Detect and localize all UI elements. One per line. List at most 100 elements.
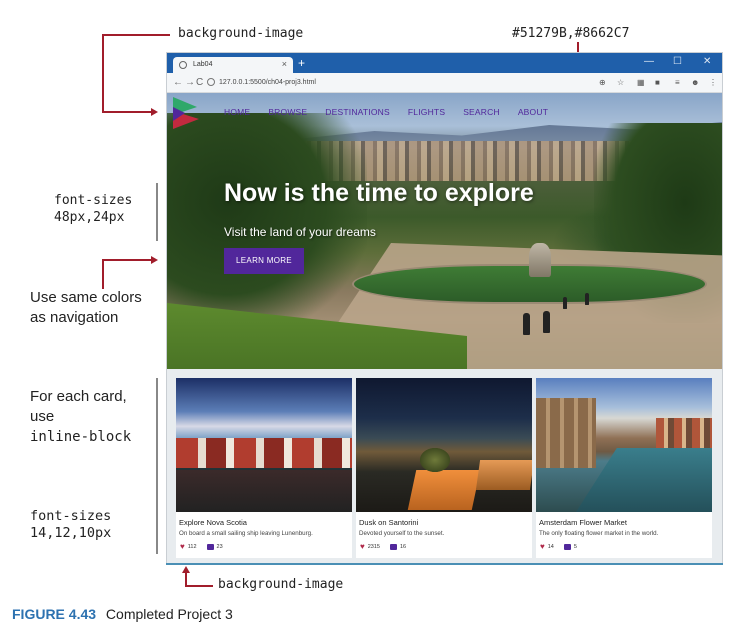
main-nav: HOME BROWSE DESTINATIONS FLIGHTS SEARCH … xyxy=(224,107,566,117)
hero-subtitle: Visit the land of your dreams xyxy=(224,225,376,239)
annotation-font-sizes-cards: font-sizes 14,12,10px xyxy=(30,508,111,542)
annotation-colors: #51279B,#8662C7 xyxy=(512,26,630,41)
annotation-cards: For each card, use inline-block xyxy=(30,387,131,447)
hero-background xyxy=(563,297,567,309)
card[interactable]: Dusk on Santorini Devoted yourself to th… xyxy=(356,378,532,558)
heart-icon[interactable]: ♥ xyxy=(180,542,185,551)
figure-caption: FIGURE 4.43 Completed Project 3 xyxy=(12,606,233,622)
comment-icon[interactable] xyxy=(563,543,571,550)
hero-background xyxy=(167,113,367,333)
card-stats: ♥ 2315 16 xyxy=(360,542,406,551)
card-stats: ♥ 14 5 xyxy=(540,542,577,551)
comment-count: 23 xyxy=(216,543,223,550)
hero-background xyxy=(543,311,550,333)
comment-count: 16 xyxy=(400,543,407,550)
browser-tab[interactable]: Lab04 × xyxy=(173,57,293,73)
nav-item-flights[interactable]: FLIGHTS xyxy=(408,107,445,117)
card-description: On board a small sailing ship leaving Lu… xyxy=(179,530,313,537)
annotation-line xyxy=(102,111,152,113)
annotation-line xyxy=(102,259,152,261)
hero-section: HOME BROWSE DESTINATIONS FLIGHTS SEARCH … xyxy=(167,93,722,369)
reload-icon[interactable]: C xyxy=(196,77,203,88)
like-count: 14 xyxy=(547,543,554,550)
card-image xyxy=(536,378,712,512)
arrow-right-icon xyxy=(151,256,158,264)
card-title: Amsterdam Flower Market xyxy=(539,518,627,527)
annotation-code: inline-block xyxy=(30,429,132,445)
annotation-bracket xyxy=(156,183,158,241)
like-count: 112 xyxy=(187,543,197,550)
annotation-text: Use same colors xyxy=(30,289,142,306)
learn-more-button[interactable]: LEARN MORE xyxy=(224,248,304,274)
card[interactable]: Amsterdam Flower Market The only floatin… xyxy=(536,378,712,558)
divider xyxy=(166,563,723,565)
arrow-right-icon xyxy=(151,108,158,116)
media-icon[interactable]: ≡ xyxy=(675,78,680,87)
like-count: 2315 xyxy=(367,543,380,550)
nav-item-destinations[interactable]: DESTINATIONS xyxy=(325,107,390,117)
card-title: Dusk on Santorini xyxy=(359,518,419,527)
annotation-text: use xyxy=(30,408,55,425)
card-stats: ♥ 112 23 xyxy=(180,542,223,551)
card-image xyxy=(176,378,352,512)
nav-item-browse[interactable]: BROWSE xyxy=(268,107,307,117)
card[interactable]: Explore Nova Scotia On board a small sai… xyxy=(176,378,352,558)
minimize-icon[interactable]: — xyxy=(644,56,654,67)
nav-item-home[interactable]: HOME xyxy=(224,107,250,117)
address-bar: ← → C 127.0.0.1:5500/ch04-proj3.html ⊕ ☆… xyxy=(167,73,722,93)
annotation-text: For each card, xyxy=(30,388,127,405)
card-description: The only floating flower market in the w… xyxy=(539,530,659,537)
card-description: Devoted yourself to the sunset. xyxy=(359,530,445,537)
zoom-icon[interactable]: ⊕ xyxy=(599,78,606,87)
globe-icon xyxy=(179,61,187,69)
annotation-line xyxy=(185,585,213,587)
hero-background xyxy=(523,313,530,335)
hero-title: Now is the time to explore xyxy=(224,179,534,207)
profile-icon[interactable]: ☻ xyxy=(691,78,699,87)
annotation-line xyxy=(102,34,170,36)
star-icon[interactable]: ☆ xyxy=(617,78,624,87)
tab-title: Lab04 xyxy=(193,61,213,68)
annotation-text: as navigation xyxy=(30,309,119,326)
extension-icon[interactable]: ■ xyxy=(655,78,660,87)
maximize-icon[interactable]: ☐ xyxy=(673,56,682,67)
figure-number: FIGURE 4.43 xyxy=(12,606,97,622)
hero-background xyxy=(529,243,551,277)
comment-icon[interactable] xyxy=(206,543,214,550)
annotation-bracket xyxy=(156,378,158,554)
comment-icon[interactable] xyxy=(390,543,397,550)
nav-item-search[interactable]: SEARCH xyxy=(463,107,500,117)
heart-icon[interactable]: ♥ xyxy=(360,542,365,551)
info-icon[interactable] xyxy=(207,78,215,86)
forward-icon[interactable]: → xyxy=(185,77,195,88)
close-tab-icon[interactable]: × xyxy=(282,59,287,69)
card-title: Explore Nova Scotia xyxy=(179,518,247,527)
heart-icon[interactable]: ♥ xyxy=(540,542,545,551)
back-icon[interactable]: ← xyxy=(173,77,183,88)
url-field[interactable]: 127.0.0.1:5500/ch04-proj3.html xyxy=(219,79,316,86)
cards-section: Explore Nova Scotia On board a small sai… xyxy=(167,369,722,563)
annotation-line xyxy=(185,572,187,586)
browser-window: Lab04 × + — ☐ ✕ ← → C 127.0.0.1:5500/ch0… xyxy=(166,52,723,564)
close-window-icon[interactable]: ✕ xyxy=(703,56,711,67)
annotation-text: font-sizes xyxy=(54,193,133,208)
annotation-bg-image-bottom: background-image xyxy=(218,577,344,592)
new-tab-button[interactable]: + xyxy=(298,56,305,70)
extension-icon[interactable]: ▦ xyxy=(637,78,645,87)
logo-icon[interactable] xyxy=(171,97,201,129)
title-bar: Lab04 × + — ☐ ✕ xyxy=(167,53,722,73)
annotation-line xyxy=(102,259,104,289)
card-image xyxy=(356,378,532,512)
annotation-text: font-sizes xyxy=(30,508,112,524)
annotation-font-sizes-hero: font-sizes 48px,24px xyxy=(54,192,132,226)
menu-icon[interactable]: ⋮ xyxy=(709,78,717,87)
annotation-text: 14,12,10px xyxy=(30,525,112,541)
annotation-same-colors: Use same colors as navigation xyxy=(30,288,142,328)
annotation-bg-image-top: background-image xyxy=(178,26,304,41)
annotation-text: 48px,24px xyxy=(54,210,125,225)
comment-count: 5 xyxy=(573,543,577,550)
nav-item-about[interactable]: ABOUT xyxy=(518,107,548,117)
hero-background xyxy=(585,293,589,305)
annotation-line xyxy=(102,34,104,112)
figure-title: Completed Project 3 xyxy=(105,606,233,622)
